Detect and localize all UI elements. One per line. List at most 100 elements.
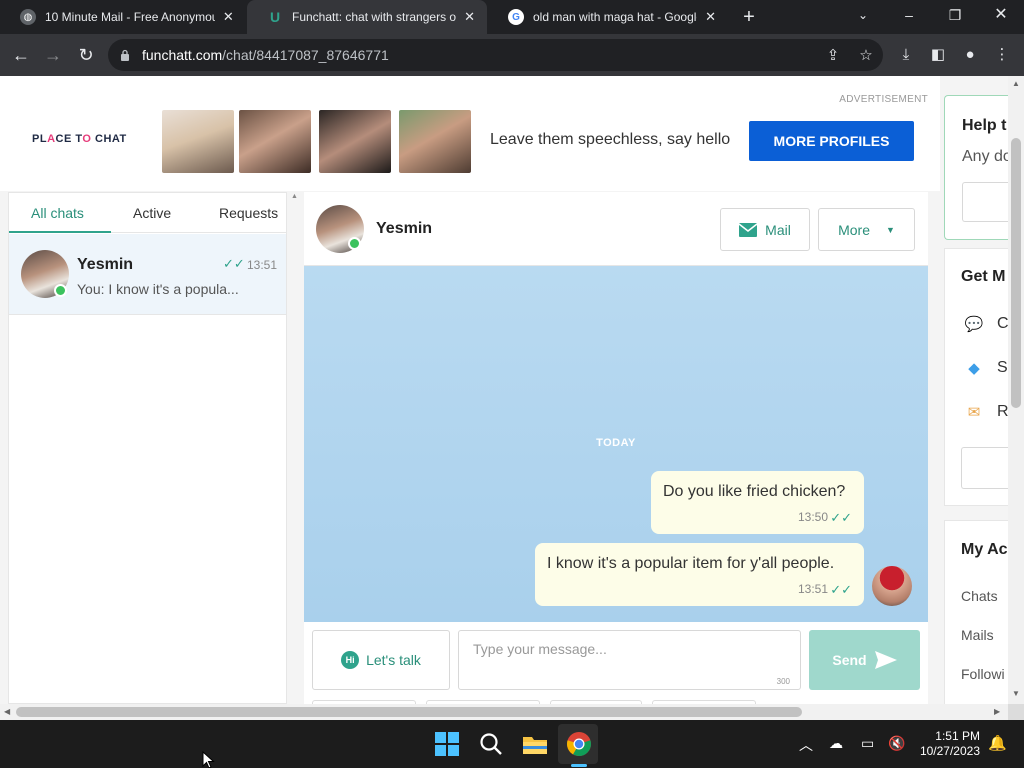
ad-profile-photo[interactable]	[319, 110, 391, 173]
download-icon[interactable]: ⤓	[895, 44, 917, 66]
tab-all-chats[interactable]: All chats	[31, 205, 84, 221]
envelope-icon	[739, 222, 758, 237]
hi-icon: Hi	[341, 651, 360, 669]
envelope-icon: ✉	[967, 404, 981, 421]
my-account-link-chats[interactable]: Chats	[961, 588, 998, 604]
close-tab-icon[interactable]: ✕	[221, 9, 236, 25]
vertical-scroll-thumb[interactable]	[1011, 138, 1021, 408]
more-profiles-button[interactable]: MORE PROFILES	[749, 121, 914, 161]
tab-requests[interactable]: Requests	[219, 205, 278, 221]
close-tab-icon[interactable]: ✕	[703, 9, 718, 25]
ad-profile-photo[interactable]	[239, 110, 311, 173]
notification-bell-icon[interactable]: 🔔	[988, 734, 1007, 752]
help-card-title: Help t	[962, 117, 1007, 134]
system-clock[interactable]: 1:51 PM 10/27/2023	[912, 729, 980, 759]
ad-profile-photo[interactable]	[162, 110, 234, 173]
search-icon[interactable]	[478, 731, 504, 757]
ad-logo: PLACE TO CHAT	[32, 133, 127, 145]
file-explorer-icon[interactable]	[522, 731, 548, 757]
lets-talk-button[interactable]: Hi Let's talk	[312, 630, 450, 690]
volume-muted-icon[interactable]: 🔇	[888, 735, 905, 752]
horizontal-scroll-thumb[interactable]	[16, 707, 802, 717]
forward-button[interactable]: →	[40, 42, 66, 68]
chat-filter-tabs: All chats Active Requests	[9, 193, 286, 233]
get-more-card: Get M 💬 C ◆ S ✉ R	[944, 248, 1008, 506]
get-more-item-label: R	[997, 403, 1008, 420]
page-content: ADVERTISEMENT PLACE TO CHAT Leave them s…	[0, 76, 1008, 704]
tab-search-chevron-icon[interactable]: ⌄	[840, 0, 886, 34]
bookmark-star-icon[interactable]: ☆	[856, 46, 876, 66]
last-message-time: 13:51	[247, 258, 278, 272]
my-account-link-mails[interactable]: Mails	[961, 627, 994, 643]
online-status-dot	[54, 284, 67, 297]
horizontal-scrollbar[interactable]: ◀ ▶	[0, 704, 1008, 720]
contact-name: Yesmin	[77, 256, 134, 273]
tray-overflow-chevron-icon[interactable]: ︿	[799, 735, 813, 755]
tab-funchatt[interactable]: U Funchatt: chat with strangers online ✕	[247, 0, 487, 34]
tab-google-search[interactable]: G old man with maga hat - Google ✕	[488, 0, 728, 34]
read-receipt-icon: ✓✓	[830, 510, 852, 525]
caret-down-icon: ▼	[885, 224, 895, 235]
restore-button[interactable]: ❐	[932, 0, 978, 34]
browser-toolbar: ← → ↻ funchatt.com/chat/84417087_8764677…	[0, 34, 1024, 76]
my-avatar[interactable]	[872, 566, 912, 606]
profile-icon[interactable]: ●	[959, 44, 981, 66]
side-panel-icon[interactable]: ◧	[927, 44, 949, 66]
browser-tab-strip: ◍ 10 Minute Mail - Free Anonymous ✕ U Fu…	[0, 0, 1024, 34]
chrome-menu-icon[interactable]: ⋮	[991, 44, 1013, 66]
get-more-item[interactable]: ◆ S	[963, 359, 1007, 377]
tab-10-minute-mail[interactable]: ◍ 10 Minute Mail - Free Anonymous ✕	[0, 0, 246, 34]
mouse-cursor-icon	[202, 751, 215, 768]
mail-button[interactable]: Mail	[720, 208, 810, 251]
chrome-icon[interactable]	[566, 731, 592, 757]
back-button[interactable]: ←	[8, 42, 34, 68]
ad-profile-photo[interactable]	[399, 110, 471, 173]
scroll-up-arrow-icon[interactable]: ▲	[291, 193, 298, 200]
chat-list-item[interactable]: Yesmin ✓✓ 13:51 You: I know it's a popul…	[9, 234, 286, 315]
message-thread: TODAY Do you like fried chicken? 13:50 ✓…	[304, 266, 928, 622]
windows-start-icon[interactable]	[434, 731, 460, 757]
conversation-header: Yesmin Mail More ▼	[304, 192, 928, 266]
running-app-indicator	[571, 764, 587, 767]
get-more-item[interactable]: 💬 C	[963, 315, 1008, 333]
more-button-label: More	[838, 221, 870, 238]
scroll-up-arrow-icon[interactable]: ▲	[1011, 79, 1021, 89]
scroll-left-arrow-icon[interactable]: ◀	[4, 707, 10, 716]
message-text: Do you like fried chicken?	[663, 483, 846, 500]
close-tab-icon[interactable]: ✕	[462, 9, 477, 25]
chat-bubble-icon: 💬	[964, 316, 984, 333]
cloud-offline-icon[interactable]: ☁	[829, 735, 843, 752]
help-card: Help t Any do	[944, 95, 1008, 240]
reload-button[interactable]: ↻	[73, 42, 99, 68]
funchatt-logo-icon: U	[269, 9, 281, 25]
online-status-dot	[348, 237, 361, 250]
get-more-item[interactable]: ✉ R	[963, 403, 1008, 421]
get-more-button[interactable]	[961, 447, 1008, 489]
clock-time: 1:51 PM	[935, 729, 980, 743]
new-tab-button[interactable]: +	[737, 4, 761, 30]
get-more-item-label: C	[997, 315, 1008, 332]
vertical-scrollbar[interactable]: ▲ ▼	[1008, 76, 1024, 704]
day-divider: TODAY	[596, 437, 636, 449]
tab-active[interactable]: Active	[133, 205, 171, 221]
close-window-button[interactable]: ✕	[978, 0, 1024, 34]
contact-name[interactable]: Yesmin	[376, 220, 432, 238]
address-bar[interactable]: funchatt.com/chat/84417087_87646771 ⇪ ☆	[108, 39, 883, 71]
my-account-link-following[interactable]: Followi	[961, 666, 1005, 682]
message-input-wrapper: 300	[458, 630, 801, 690]
advertisement-label: ADVERTISEMENT	[839, 94, 928, 105]
help-card-button[interactable]	[962, 182, 1008, 222]
read-receipt-icon: ✓✓	[223, 256, 245, 271]
advertisement-banner[interactable]: ADVERTISEMENT PLACE TO CHAT Leave them s…	[0, 76, 940, 191]
my-account-card: My Ac Chats Mails Followi	[944, 520, 1008, 704]
more-dropdown-button[interactable]: More ▼	[818, 208, 915, 251]
network-icon[interactable]: ▭	[861, 735, 874, 752]
lock-icon[interactable]	[120, 49, 130, 61]
scroll-down-arrow-icon[interactable]: ▼	[1011, 689, 1021, 699]
message-input[interactable]	[459, 631, 800, 689]
scroll-right-arrow-icon[interactable]: ▶	[994, 707, 1000, 716]
send-button[interactable]: Send	[809, 630, 920, 690]
active-tab-indicator	[9, 231, 111, 233]
minimize-button[interactable]: –	[886, 0, 932, 34]
share-icon[interactable]: ⇪	[823, 46, 843, 66]
